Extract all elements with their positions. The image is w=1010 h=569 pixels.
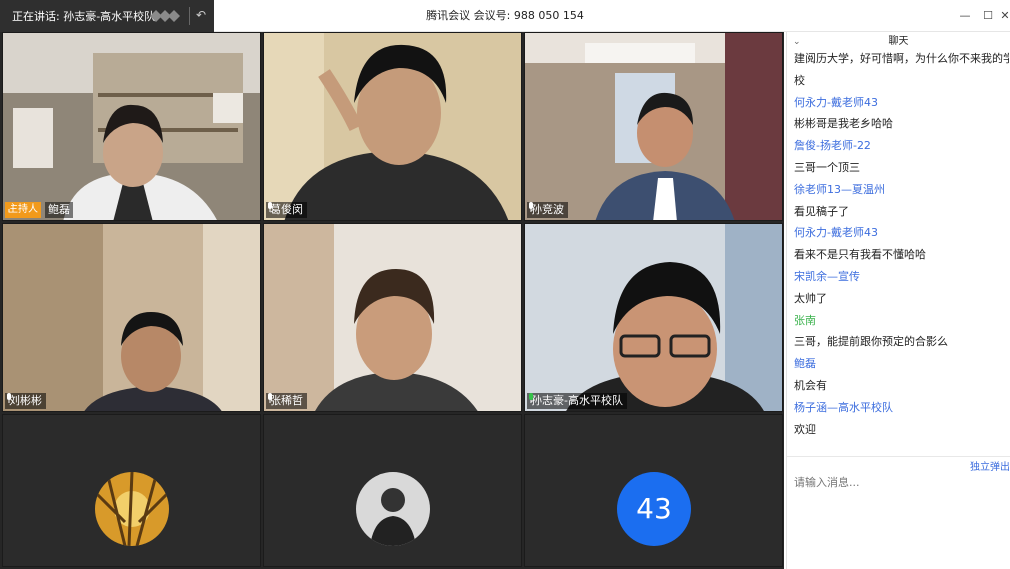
video-tile[interactable]: 张稀哲 <box>263 223 522 412</box>
microphone-icon <box>529 393 533 403</box>
popout-chat-link[interactable]: 独立弹出 <box>970 458 1010 473</box>
divider <box>787 456 1010 457</box>
chat-message-text: 机会有 <box>794 378 827 392</box>
microphone-icon <box>268 202 272 212</box>
participant-avatar <box>356 472 430 546</box>
chat-sender-name[interactable]: 徐老师13—夏温州 <box>794 179 1009 201</box>
chat-message-list[interactable]: 建阅历大学，好可惜啊，为什么你不来我的学校何永力-戴老师43 彬彬哥是我老乡哈哈詹… <box>794 48 1009 440</box>
chat-message-text: 校 <box>794 73 805 87</box>
video-tile[interactable]: 孙志豪-高水平校队 <box>524 223 783 412</box>
video-feed <box>264 33 521 220</box>
chat-message-text: 三哥一个顶三 <box>794 160 860 174</box>
chat-message-text: 建阅历大学，好可惜啊，为什么你不来我的学 <box>794 52 1009 65</box>
video-tile[interactable]: 孙竞波 <box>524 32 783 221</box>
participant-name: 张稀哲 <box>270 394 303 407</box>
participant-avatar <box>95 472 169 546</box>
chat-message-input[interactable] <box>794 472 1004 492</box>
speaking-indicator: 正在讲话: 孙志豪-高水平校队; ↶ <box>0 0 214 32</box>
speaking-label: 正在讲话: 孙志豪-高水平校队; <box>12 10 159 23</box>
chat-message-text: 欢迎 <box>794 422 816 436</box>
microphone-icon <box>268 393 272 403</box>
chat-sender-name[interactable]: 何永力-戴老师43 <box>794 92 1009 114</box>
chat-panel: ⌄ 聊天 建阅历大学，好可惜啊，为什么你不来我的学校何永力-戴老师43 彬彬哥是我… <box>786 32 1010 569</box>
avatar-tile[interactable] <box>263 414 522 567</box>
chat-sender-name[interactable]: 鲍磊 <box>794 353 1009 375</box>
close-button[interactable]: ✕ <box>1000 9 1010 23</box>
chat-sender-name[interactable]: 詹俊-扬老师-22 <box>794 135 1009 157</box>
participant-name-tag: 刘彬彬 <box>5 393 46 409</box>
chat-message-text: 看来不是只有我看不懂哈哈 <box>794 248 926 262</box>
video-feed <box>264 224 521 411</box>
chat-sender-name[interactable]: 宋凯余—宣传 <box>794 266 1009 288</box>
participant-name: 孙志豪-高水平校队 <box>531 394 623 407</box>
participant-name-tag: 主持人 鲍磊 <box>5 202 73 218</box>
chat-sender-name[interactable]: 张南 <box>794 310 1009 332</box>
chat-message-text: 太帅了 <box>794 291 827 305</box>
title-bar: 正在讲话: 孙志豪-高水平校队; ↶ 腾讯会议 会议号: 988 050 154… <box>0 0 1010 32</box>
video-tile[interactable]: 刘彬彬 <box>2 223 261 412</box>
participant-name: 孙竞波 <box>531 203 564 216</box>
participant-name-tag: 孙竞波 <box>527 202 568 218</box>
video-tile[interactable]: 主持人 鲍磊 <box>2 32 261 221</box>
collapse-arrow-icon[interactable]: ↶ <box>196 8 210 22</box>
video-tile[interactable]: 葛俊闵 <box>263 32 522 221</box>
chat-sender-name[interactable]: 杨子涵—高水平校队 <box>794 397 1009 419</box>
avatar-tile[interactable]: 43 <box>524 414 783 567</box>
participant-name-tag: 葛俊闵 <box>266 202 307 218</box>
video-grid: 主持人 鲍磊 葛俊闵 孙竞波 刘彬彬 张稀哲 孙志豪-高水平校队 43 <box>0 32 784 569</box>
microphone-icon <box>7 393 11 403</box>
participant-number-avatar: 43 <box>617 472 691 546</box>
sound-wave-icon <box>150 10 180 22</box>
participant-name: 葛俊闵 <box>270 203 303 216</box>
participant-name-tag: 孙志豪-高水平校队 <box>527 393 627 409</box>
maximize-button[interactable]: ☐ <box>981 9 995 23</box>
participant-name: 鲍磊 <box>45 202 73 218</box>
participant-name: 刘彬彬 <box>9 394 42 407</box>
video-feed <box>525 224 782 411</box>
meeting-title: 腾讯会议 会议号: 988 050 154 <box>426 9 584 22</box>
video-feed <box>3 224 260 411</box>
chat-message-text: 彬彬哥是我老乡哈哈 <box>794 117 893 131</box>
divider <box>189 7 190 25</box>
chat-message-text: 三哥，能提前跟你预定的合影么 <box>794 335 948 349</box>
microphone-icon <box>7 202 11 212</box>
chat-title: 聊天 <box>888 36 909 47</box>
chat-sender-name[interactable]: 何永力-戴老师43 <box>794 222 1009 244</box>
participant-name-tag: 张稀哲 <box>266 393 307 409</box>
video-feed <box>525 33 782 220</box>
microphone-icon <box>529 202 533 212</box>
chat-message-text: 看见稿子了 <box>794 204 849 218</box>
avatar-tile[interactable] <box>2 414 261 567</box>
video-feed <box>3 33 260 220</box>
minimize-button[interactable]: — <box>958 9 972 23</box>
